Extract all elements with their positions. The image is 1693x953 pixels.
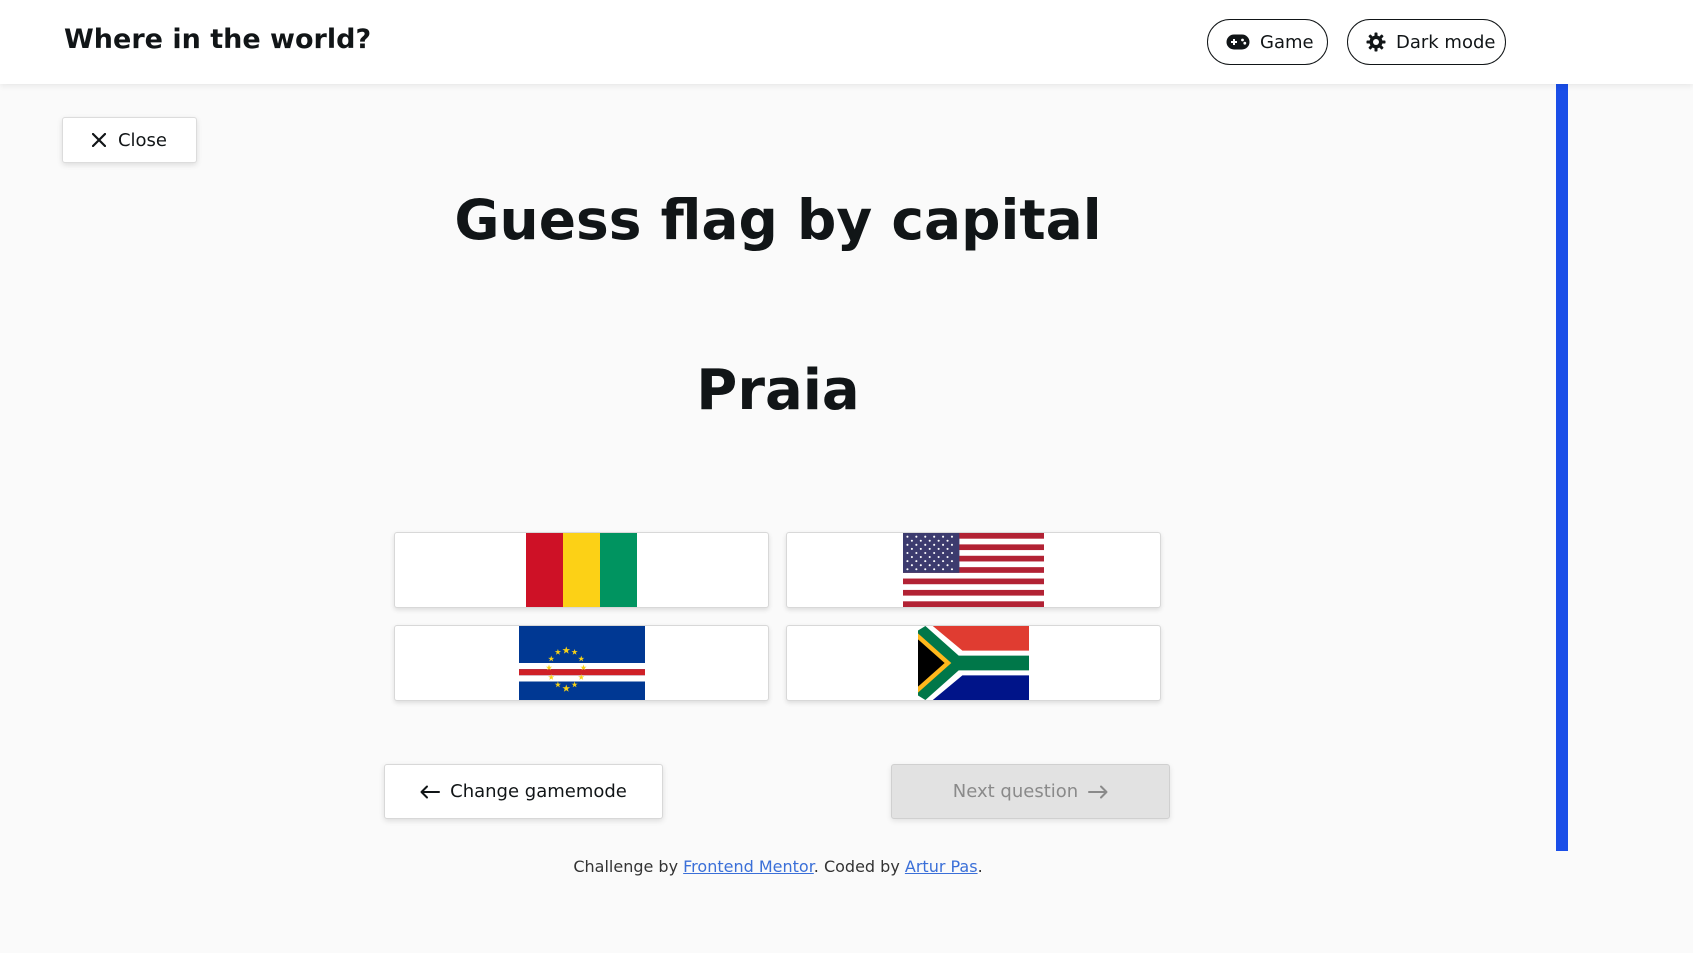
answer-option-3[interactable]	[394, 625, 769, 701]
arrow-left-icon	[420, 785, 441, 798]
guinea-flag	[526, 533, 637, 607]
answer-option-1[interactable]	[394, 532, 769, 608]
next-question-label: Next question	[952, 781, 1079, 802]
next-question-button[interactable]: Next question	[891, 764, 1170, 819]
game-label: Game	[1260, 31, 1314, 53]
sun-gear-icon	[1366, 32, 1386, 52]
footer-suffix: .	[977, 857, 983, 876]
cape-verde-flag	[518, 626, 645, 700]
arrow-right-icon	[1088, 785, 1108, 798]
dark-mode-button[interactable]: Dark mode	[1347, 19, 1506, 65]
game-button[interactable]: Game	[1207, 19, 1328, 65]
author-link[interactable]: Artur Pas	[905, 857, 978, 876]
footer-challenge-text: Challenge by	[573, 857, 684, 876]
change-gamemode-label: Change gamemode	[450, 781, 627, 802]
quiz-title: Guess flag by capital	[454, 188, 1102, 252]
close-button[interactable]: Close	[62, 117, 197, 163]
gamepad-icon	[1226, 34, 1250, 50]
app-title: Where in the world?	[64, 24, 372, 55]
frontend-mentor-link[interactable]: Frontend Mentor	[683, 857, 814, 876]
answer-option-2[interactable]	[786, 532, 1161, 608]
change-gamemode-button[interactable]: Change gamemode	[384, 764, 663, 819]
south-africa-flag	[918, 626, 1029, 700]
close-icon	[91, 133, 106, 147]
footer-coded-text: . Coded by	[813, 857, 905, 876]
top-bar: Where in the world? Game Dark mode	[0, 0, 1693, 84]
footer: Challenge by Frontend Mentor. Coded by A…	[0, 857, 1556, 876]
close-label: Close	[117, 129, 168, 151]
usa-flag	[903, 533, 1044, 607]
capital-name: Praia	[696, 358, 860, 423]
scrollbar[interactable]	[1556, 84, 1568, 851]
dark-mode-label: Dark mode	[1396, 31, 1496, 53]
answer-option-4[interactable]	[786, 625, 1161, 701]
